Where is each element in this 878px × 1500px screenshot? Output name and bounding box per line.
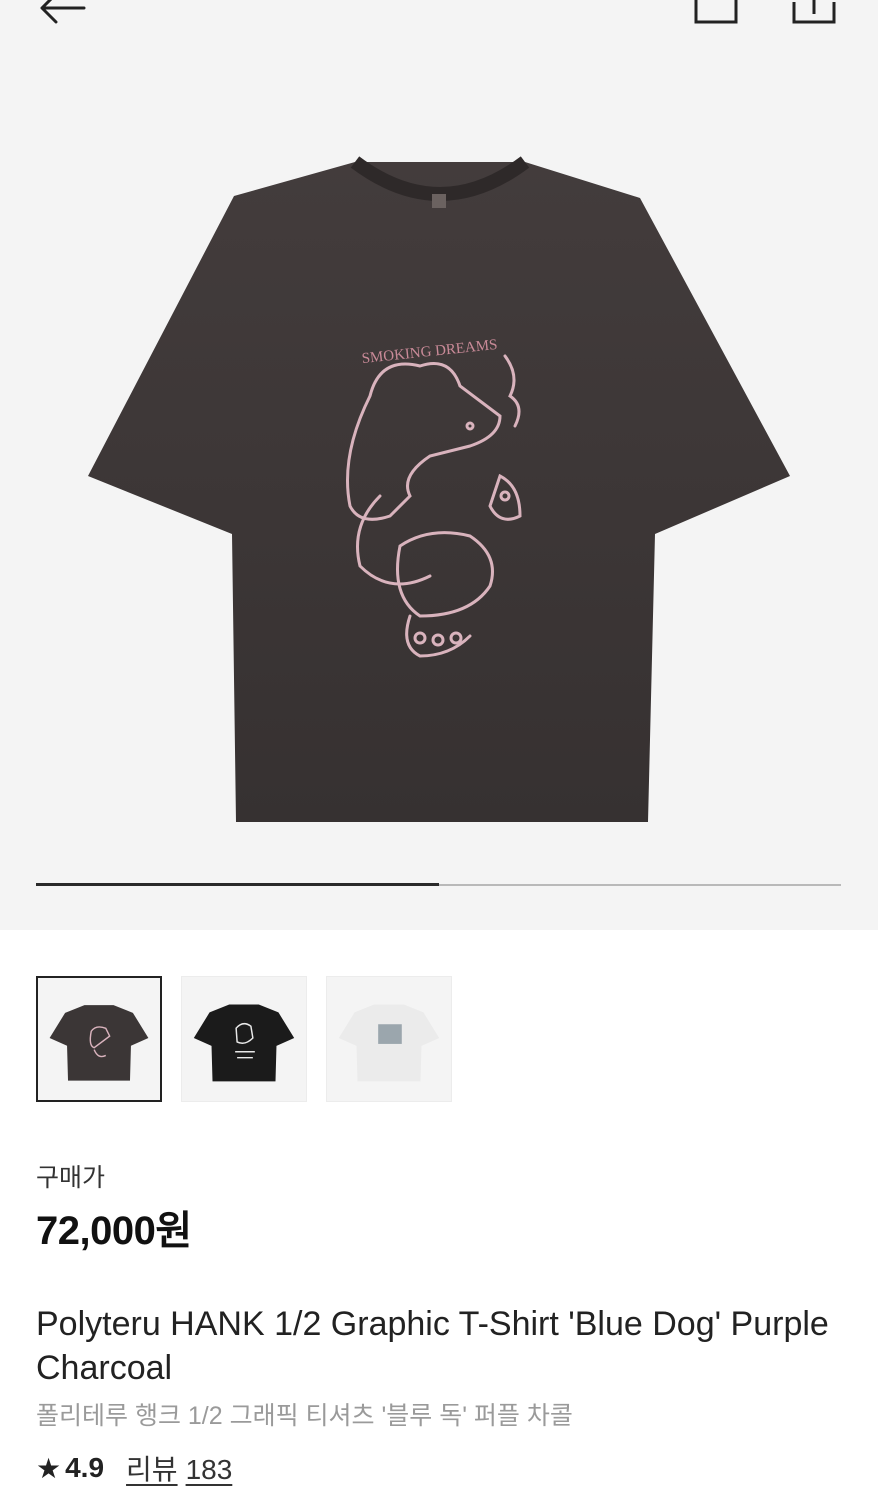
thumbnail-black[interactable] <box>181 976 307 1102</box>
product-image: SMOKING DREAMS <box>88 156 790 822</box>
price-value: 72,000원 <box>36 1209 192 1253</box>
carousel-page-indicator <box>36 883 841 886</box>
price-label: 구매가 <box>36 1164 106 1192</box>
shopping-bag-icon[interactable] <box>692 0 740 32</box>
reviews-label: 리뷰 <box>126 1454 178 1485</box>
reviews-count: 183 <box>185 1454 233 1485</box>
rating-row: ★ 4.9 리뷰 183 <box>36 1448 232 1488</box>
share-icon[interactable] <box>790 0 838 32</box>
product-image-carousel[interactable]: SMOKING DREAMS <box>0 56 878 930</box>
carousel-progress-fill <box>36 883 439 886</box>
top-bar <box>0 0 878 56</box>
rating-score: 4.9 <box>65 1452 105 1483</box>
product-name-en: Polyteru HANK 1/2 Graphic T-Shirt 'Blue … <box>36 1305 829 1387</box>
arrow-left-icon[interactable] <box>36 0 92 34</box>
thumbnail-purple-charcoal[interactable] <box>36 976 162 1102</box>
reviews-link[interactable]: 리뷰 183 <box>126 1448 232 1488</box>
product-name-ko: 폴리테루 행크 1/2 그래픽 티셔츠 '블루 독' 퍼플 차콜 <box>36 1402 573 1430</box>
star-icon: ★ <box>36 1452 62 1484</box>
thumbnail-white[interactable] <box>326 976 452 1102</box>
thumbnail-strip <box>36 976 452 1102</box>
